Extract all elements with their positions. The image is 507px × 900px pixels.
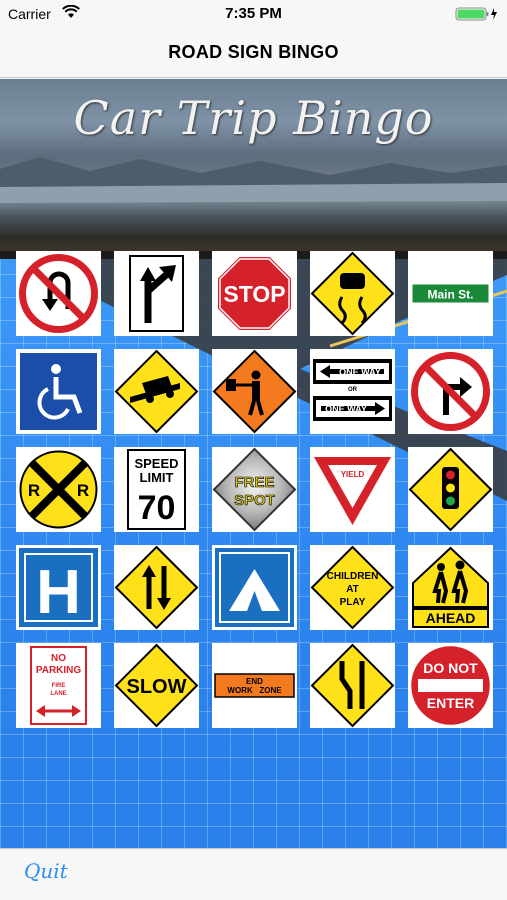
battery-icon <box>455 7 497 21</box>
yield-sign: YIELD <box>314 457 391 525</box>
one-way-text-2: ONE WAY <box>325 404 367 414</box>
banner-title: Car Trip Bingo <box>73 91 434 145</box>
hospital-text: H <box>36 558 81 627</box>
hospital-sign: H <box>19 548 98 627</box>
bingo-cell-speed-limit[interactable]: SPEED LIMIT 70 <box>114 447 199 532</box>
bingo-cell-flagger[interactable] <box>212 349 297 434</box>
status-bar: Carrier 7:35 PM <box>0 0 507 28</box>
road-narrows-sign <box>310 643 395 728</box>
bingo-grid: STOP Main St. ONE WAY OR ONE WAY R R SPE… <box>16 251 496 731</box>
bingo-cell-truck-hill[interactable] <box>114 349 199 434</box>
bingo-cell-two-way[interactable] <box>114 545 199 630</box>
end-work-zone-line-1: END <box>246 677 263 686</box>
bingo-cell-end-work-zone[interactable]: END WORK ZONE <box>212 643 297 728</box>
bingo-cell-handicapped[interactable] <box>16 349 101 434</box>
free-spot-sign: FREE SPOT <box>212 447 297 532</box>
bingo-cell-free-spot[interactable]: FREE SPOT <box>212 447 297 532</box>
no-parking-line-2: PARKING <box>36 665 82 676</box>
banner-image: Car Trip Bingo <box>0 79 507 251</box>
free-spot-line-2: SPOT <box>234 492 275 509</box>
do-not-enter-sign: DO NOT ENTER <box>409 644 492 727</box>
flagger-sign <box>212 349 297 434</box>
do-not-enter-line-2: ENTER <box>427 695 474 711</box>
children-at-play-line-1: CHILDREN <box>327 571 379 582</box>
slow-text: SLOW <box>127 676 187 698</box>
school-crossing-text: AHEAD <box>426 610 476 626</box>
school-crossing-sign: AHEAD <box>412 546 489 628</box>
bingo-cell-camping[interactable] <box>212 545 297 630</box>
one-way-text-1: ONE WAY <box>339 367 381 377</box>
railroad-r-right: R <box>77 481 89 500</box>
slow-sign: SLOW <box>114 643 199 728</box>
bingo-cell-street-name[interactable]: Main St. <box>408 251 493 336</box>
do-not-enter-line-1: DO NOT <box>423 660 478 676</box>
bingo-cell-children-at-play[interactable]: CHILDREN AT PLAY <box>310 545 395 630</box>
bingo-cell-bear-right[interactable] <box>114 251 199 336</box>
bingo-cell-no-parking[interactable]: NO PARKING FIRE LANE <box>16 643 101 728</box>
bottom-toolbar: Quit <box>0 848 507 900</box>
bingo-board: STOP Main St. ONE WAY OR ONE WAY R R SPE… <box>0 251 507 848</box>
children-at-play-sign: CHILDREN AT PLAY <box>310 545 395 630</box>
children-at-play-line-2: AT <box>346 584 359 595</box>
mountain-landscape <box>0 157 507 203</box>
speed-limit-value: 70 <box>138 489 176 527</box>
bingo-cell-no-right-turn[interactable] <box>408 349 493 434</box>
bear-right-sign <box>129 255 184 332</box>
quit-button[interactable]: Quit <box>24 859 68 883</box>
children-at-play-line-3: PLAY <box>340 597 366 608</box>
no-right-turn-sign <box>411 352 490 431</box>
page-title: ROAD SIGN BINGO <box>168 42 339 62</box>
status-time: 7:35 PM <box>225 5 282 22</box>
truck-on-hill-sign <box>114 349 199 434</box>
no-u-turn-sign <box>19 254 98 333</box>
navigation-bar: ROAD SIGN BINGO <box>0 28 507 78</box>
no-parking-sign: NO PARKING FIRE LANE <box>30 646 87 725</box>
no-parking-line-4: LANE <box>50 691 66 697</box>
one-way-or-text: OR <box>348 387 358 393</box>
stop-text: STOP <box>223 281 285 307</box>
speed-limit-sign: SPEED LIMIT 70 <box>127 449 186 530</box>
bingo-cell-stop[interactable]: STOP <box>212 251 297 336</box>
bingo-cell-no-u-turn[interactable] <box>16 251 101 336</box>
yield-text: YIELD <box>341 470 365 479</box>
bingo-cell-school-crossing[interactable]: AHEAD <box>408 545 493 630</box>
one-way-sign: ONE WAY OR ONE WAY <box>313 359 392 421</box>
bingo-cell-one-way[interactable]: ONE WAY OR ONE WAY <box>310 349 395 434</box>
slippery-when-wet-sign <box>310 251 395 336</box>
street-name-sign: Main St. <box>411 283 490 304</box>
camping-sign <box>215 548 294 627</box>
bingo-cell-traffic-signal[interactable] <box>408 447 493 532</box>
railroad-crossing-sign: R R <box>19 450 98 529</box>
no-parking-line-3: FIRE <box>52 683 66 689</box>
bingo-cell-slippery[interactable] <box>310 251 395 336</box>
handicapped-sign <box>18 351 99 432</box>
end-work-zone-sign: END WORK ZONE <box>214 673 295 698</box>
bingo-cell-road-narrows[interactable] <box>310 643 395 728</box>
no-parking-line-1: NO <box>51 653 66 664</box>
bingo-cell-slow[interactable]: SLOW <box>114 643 199 728</box>
free-spot-line-1: FREE <box>234 474 274 491</box>
traffic-signal-sign <box>408 447 493 532</box>
bingo-cell-yield[interactable]: YIELD <box>310 447 395 532</box>
bingo-cell-do-not-enter[interactable]: DO NOT ENTER <box>408 643 493 728</box>
speed-limit-line-1: SPEED <box>134 456 178 471</box>
speed-limit-line-2: LIMIT <box>140 470 174 485</box>
railroad-r-left: R <box>28 481 40 500</box>
two-way-traffic-sign <box>114 545 199 630</box>
street-name-text: Main St. <box>427 288 473 302</box>
stop-sign: STOP <box>216 255 293 332</box>
end-work-zone-line-2: WORK ZONE <box>227 686 282 695</box>
bingo-cell-railroad[interactable]: R R <box>16 447 101 532</box>
bingo-cell-hospital[interactable]: H <box>16 545 101 630</box>
